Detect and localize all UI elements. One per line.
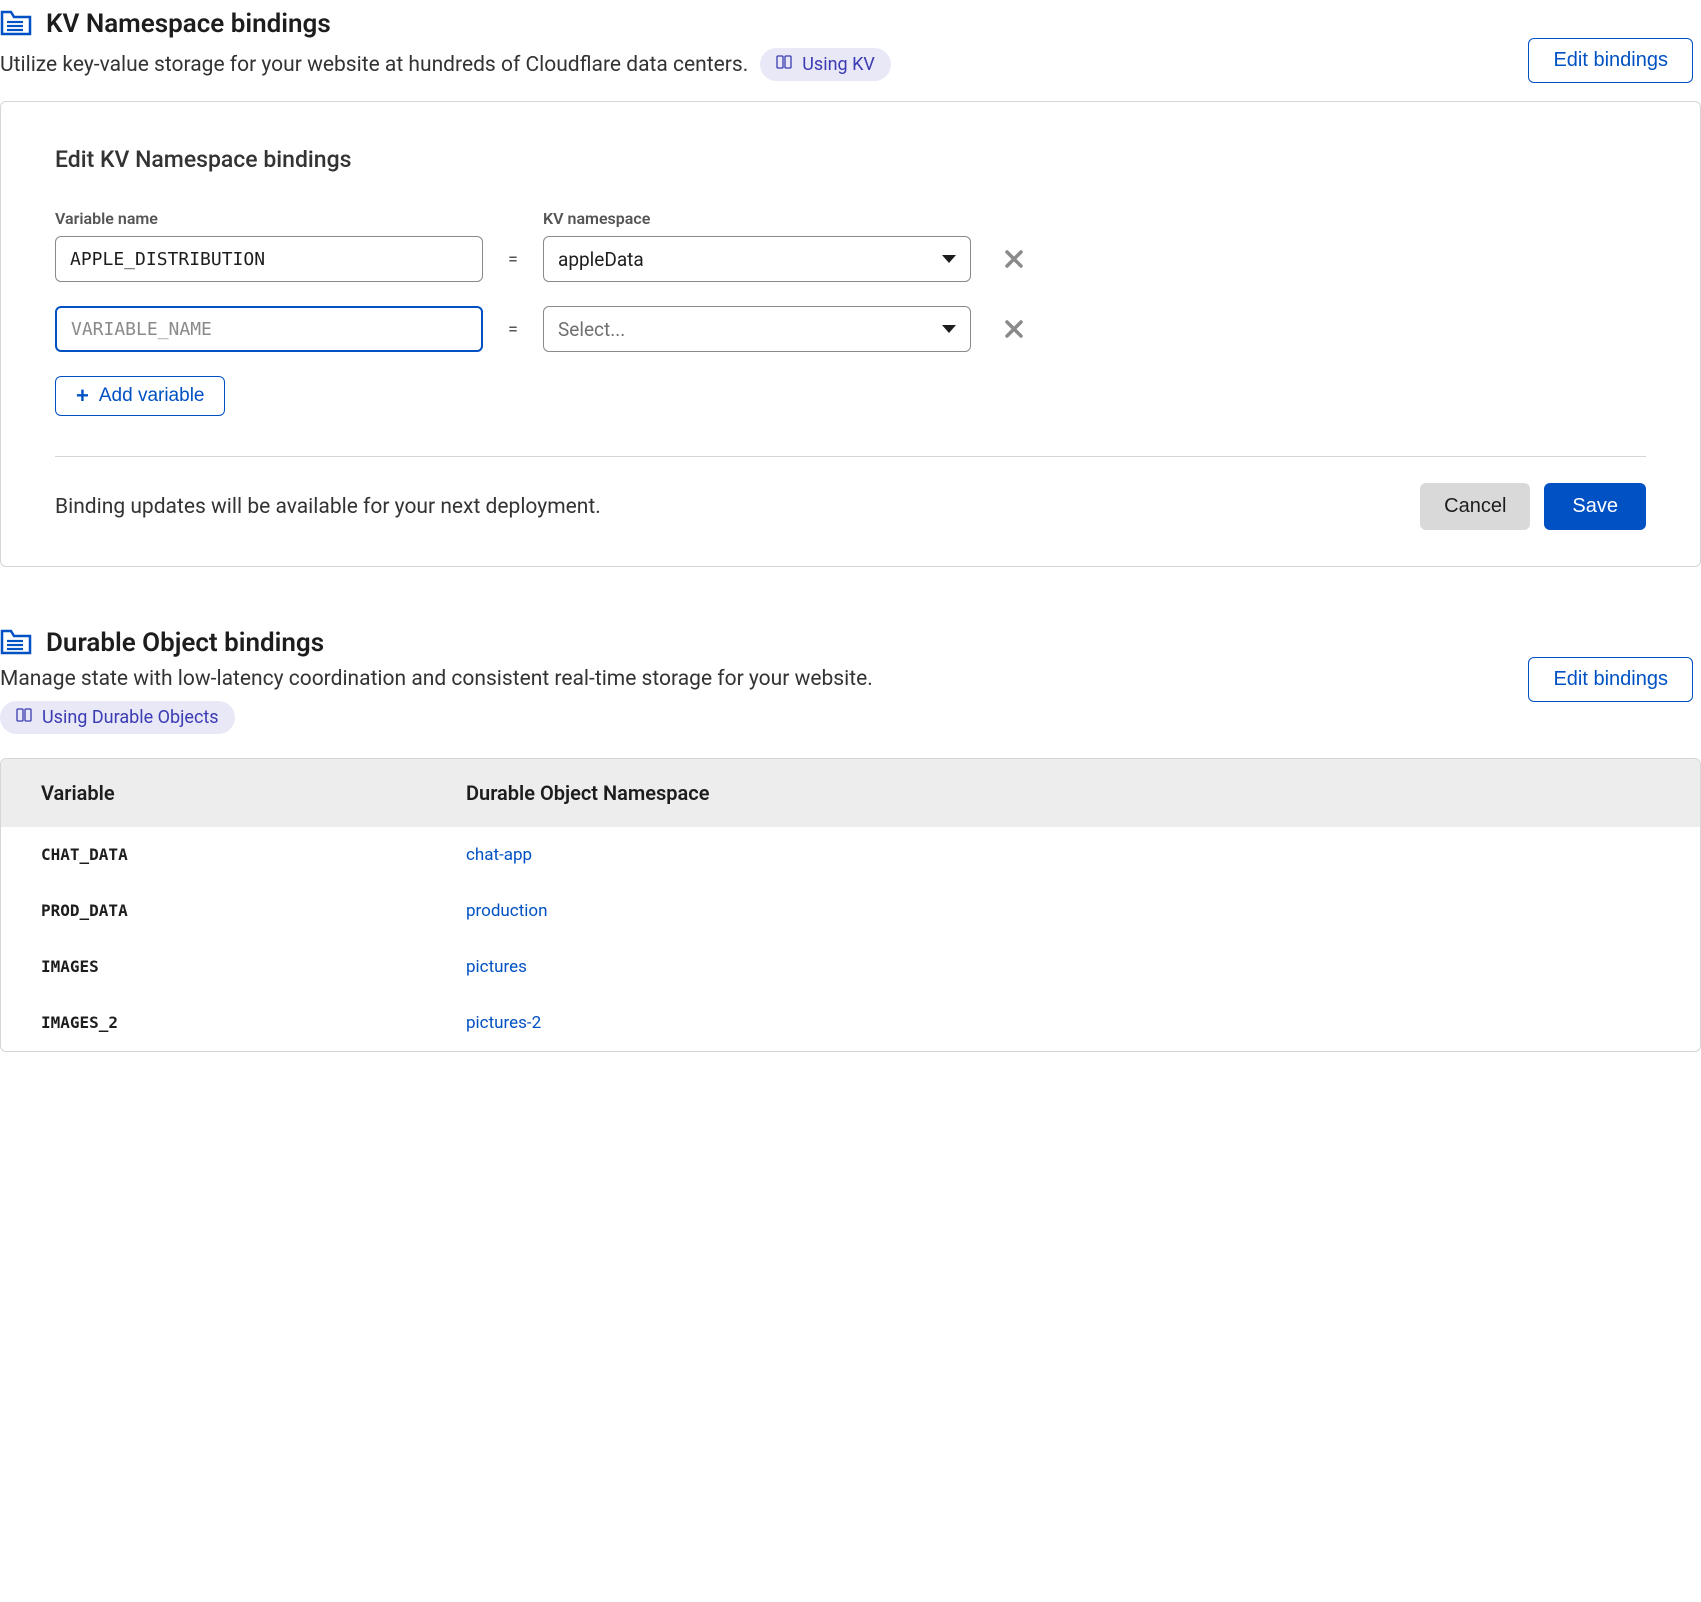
do-doc-link-label: Using Durable Objects bbox=[42, 707, 219, 728]
do-table: Variable Durable Object Namespace CHAT_D… bbox=[0, 758, 1701, 1052]
do-header-wrap: Durable Object bindings Manage state wit… bbox=[0, 627, 1701, 734]
kv-doc-link[interactable]: Using KV bbox=[760, 48, 891, 81]
book-icon bbox=[16, 707, 32, 728]
do-table-header: Variable Durable Object Namespace bbox=[1, 759, 1700, 827]
kv-binding-row: = Select... bbox=[55, 306, 1646, 352]
do-edit-bindings-button[interactable]: Edit bindings bbox=[1528, 657, 1693, 702]
kv-col-namespace-label: KV namespace bbox=[543, 209, 650, 228]
kv-doc-link-label: Using KV bbox=[802, 54, 875, 75]
kv-binding-row: = appleData bbox=[55, 236, 1646, 282]
kv-namespace-selected: appleData bbox=[558, 248, 644, 271]
kv-header-wrap: KV Namespace bindings Utilize key-value … bbox=[0, 8, 1701, 81]
kv-footer-actions: Cancel Save bbox=[1420, 483, 1646, 530]
folder-icon bbox=[0, 8, 32, 40]
kv-namespace-select[interactable]: appleData bbox=[543, 236, 971, 282]
do-subheader: Manage state with low-latency coordinati… bbox=[0, 667, 1701, 691]
cancel-button[interactable]: Cancel bbox=[1420, 483, 1530, 530]
do-namespace-link[interactable]: production bbox=[466, 901, 547, 921]
save-button[interactable]: Save bbox=[1544, 483, 1646, 530]
plus-icon: + bbox=[76, 385, 89, 407]
kv-footer-note: Binding updates will be available for yo… bbox=[55, 495, 601, 519]
kv-panel-footer: Binding updates will be available for yo… bbox=[55, 483, 1646, 530]
table-row: IMAGES_2 pictures-2 bbox=[1, 995, 1700, 1051]
do-col-variable: Variable bbox=[41, 781, 466, 805]
variable-name-input[interactable] bbox=[55, 236, 483, 282]
kv-edit-panel: Edit KV Namespace bindings Variable name… bbox=[0, 101, 1701, 567]
add-variable-label: Add variable bbox=[99, 385, 205, 407]
variable-name-input[interactable] bbox=[55, 306, 483, 352]
do-namespace-link[interactable]: chat-app bbox=[466, 845, 532, 865]
kv-description: Utilize key-value storage for your websi… bbox=[0, 53, 748, 77]
do-doc-row: Using Durable Objects bbox=[0, 701, 1701, 734]
do-variable-cell: CHAT_DATA bbox=[41, 845, 466, 865]
book-icon bbox=[776, 54, 792, 75]
do-namespace-link[interactable]: pictures-2 bbox=[466, 1013, 541, 1033]
kv-section: KV Namespace bindings Utilize key-value … bbox=[0, 8, 1701, 567]
do-variable-cell: IMAGES_2 bbox=[41, 1013, 466, 1033]
kv-panel-title: Edit KV Namespace bindings bbox=[55, 146, 1646, 173]
kv-section-header: KV Namespace bindings bbox=[0, 8, 1701, 40]
table-row: PROD_DATA production bbox=[1, 883, 1700, 939]
do-title: Durable Object bindings bbox=[46, 628, 324, 658]
do-col-namespace: Durable Object Namespace bbox=[466, 781, 710, 805]
do-description: Manage state with low-latency coordinati… bbox=[0, 667, 873, 691]
add-variable-button[interactable]: + Add variable bbox=[55, 376, 225, 416]
chevron-down-icon bbox=[942, 255, 956, 263]
kv-edit-bindings-button[interactable]: Edit bindings bbox=[1528, 38, 1693, 83]
equals-sign: = bbox=[483, 249, 543, 270]
folder-icon bbox=[0, 627, 32, 659]
do-section-header: Durable Object bindings bbox=[0, 627, 1701, 659]
kv-col-variable-label: Variable name bbox=[55, 209, 483, 228]
kv-title: KV Namespace bindings bbox=[46, 9, 331, 39]
do-section: Durable Object bindings Manage state wit… bbox=[0, 627, 1701, 1052]
panel-divider bbox=[55, 456, 1646, 457]
equals-sign: = bbox=[483, 319, 543, 340]
remove-binding-button[interactable] bbox=[1001, 316, 1027, 342]
kv-subheader: Utilize key-value storage for your websi… bbox=[0, 48, 1701, 81]
kv-column-labels: Variable name KV namespace bbox=[55, 209, 1646, 228]
do-variable-cell: IMAGES bbox=[41, 957, 466, 977]
chevron-down-icon bbox=[942, 325, 956, 333]
do-variable-cell: PROD_DATA bbox=[41, 901, 466, 921]
kv-namespace-select[interactable]: Select... bbox=[543, 306, 971, 352]
table-row: CHAT_DATA chat-app bbox=[1, 827, 1700, 883]
do-namespace-link[interactable]: pictures bbox=[466, 957, 527, 977]
kv-namespace-placeholder: Select... bbox=[558, 318, 625, 341]
table-row: IMAGES pictures bbox=[1, 939, 1700, 995]
do-doc-link[interactable]: Using Durable Objects bbox=[0, 701, 235, 734]
remove-binding-button[interactable] bbox=[1001, 246, 1027, 272]
